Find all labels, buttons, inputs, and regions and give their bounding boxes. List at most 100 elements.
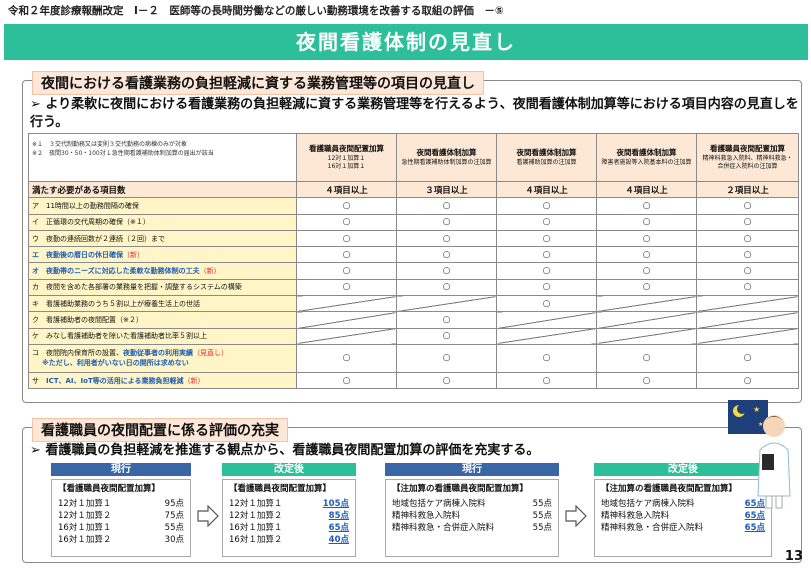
required-count: ４項目以上 [296, 180, 397, 199]
circle-mark: ○ [696, 213, 799, 231]
requirements-table: ※１ ３交代制勤務又は変則３交代勤務の病棟のみが対象 ※２ 夜間30・50・100… [28, 133, 799, 390]
circle-mark: ○ [296, 246, 397, 264]
item-text: ク 看護補助者の夜間配置（※２） [32, 316, 143, 325]
requirement-item: コ 夜間院内保育所の設置、夜勤従事者の利用実績（見直し） ※ただし、利用者がいない… [28, 343, 297, 373]
circle-mark: ○ [496, 295, 597, 313]
not-applicable-cell [596, 311, 697, 329]
fee-value: 30点 [164, 535, 184, 545]
not-applicable-cell [296, 327, 397, 345]
right-arrow-icon [197, 505, 219, 527]
fee-panel: 現行 【看護職員夜間配置加算】 12対１加算１ 95点 12対１加算２ 75点 16対１加算… [51, 463, 191, 557]
fee-value: 55点 [532, 511, 552, 521]
column-title: 夜間看護体制加算 [416, 148, 477, 157]
fee-row: 地域包括ケア病棟入院料 55点 [392, 498, 552, 510]
panel-head: 改定後 [222, 463, 356, 476]
required-count: ４項目以上 [596, 180, 697, 199]
circle-mark: ○ [396, 371, 497, 390]
circle-mark: ○ [596, 278, 697, 297]
panel-body: 【注加算の看護職員夜間配置加算】地域包括ケア病棟入院料 55点 精神科救急入院料 55… [385, 479, 559, 557]
section2-bullet: ➢ 看護職員の負担軽減を推進する観点から、看護職員夜間配置加算の評価を充実する。 [30, 442, 800, 460]
not-applicable-cell [296, 311, 397, 329]
not-applicable-cell [596, 295, 697, 313]
circle-mark: ○ [596, 343, 697, 373]
item-highlight: 夜勤従事者の利用実績 [123, 349, 193, 358]
circle-mark: ○ [296, 229, 397, 248]
circle-mark: ○ [396, 197, 497, 215]
section1-label: 夜間における看護業務の負担軽減に資する業務管理等の項目の見直し [32, 71, 484, 95]
column-header: 夜間看護体制加算 看護補助加算の注加算 [496, 133, 597, 182]
required-count: ２項目以上 [696, 180, 799, 199]
item-text: コ 夜間院内保育所の設置、 [32, 349, 123, 358]
column-subtitle: 看護補助加算の注加算 [516, 159, 577, 166]
fee-panel: 現行 【注加算の看護職員夜間配置加算】 地域包括ケア病棟入院料 55点 精神科救急入院料… [385, 463, 559, 557]
section2-bullet-text: 看護職員の負担軽減を推進する観点から、看護職員夜間配置加算の評価を充実する。 [45, 443, 540, 458]
section1-bullet: ➢ より柔軟に夜間における看護業務の負担軽減に資する業務管理等を行えるよう、夜間… [30, 96, 800, 132]
circle-mark: ○ [296, 213, 397, 231]
circle-mark: ○ [296, 262, 397, 280]
bullet-arrow-icon: ➢ [30, 97, 46, 112]
not-applicable-cell [696, 295, 799, 313]
section2-label: 看護職員の夜間配置に係る評価の充実 [32, 418, 288, 442]
section1-bullet-text: より柔軟に夜間における看護業務の負担軽減に資する業務管理等を行えるよう、夜間看護… [30, 97, 799, 130]
circle-mark: ○ [496, 246, 597, 264]
fee-label: 精神科救急入院料 [392, 511, 461, 521]
not-applicable-cell [696, 327, 799, 345]
fee-label: 16対１加算２ [229, 535, 283, 545]
fee-label: 12対１加算１ [229, 499, 283, 509]
circle-mark: ○ [696, 246, 799, 264]
required-count: ３項目以上 [396, 180, 497, 199]
column-subtitle: 精神科救急入院料、精神科救急・合併症入院料の注加算 [702, 155, 793, 170]
circle-mark: ○ [496, 278, 597, 297]
circle-mark: ○ [596, 229, 697, 248]
column-title: 看護職員夜間配置加算 [309, 144, 384, 153]
required-label: 満たす必要がある項目数 [28, 180, 297, 199]
circle-mark: ○ [396, 229, 497, 248]
page-number: 13 [784, 549, 803, 564]
table-notes: ※１ ３交代制勤務又は変則３交代勤務の病棟のみが対象 ※２ 夜間30・50・100… [28, 133, 297, 182]
requirement-item: カ 夜間を含めた各部署の業務量を把握・調整するシステムの構築 [28, 278, 297, 297]
fee-label: 精神科救急・合併症入院料 [392, 523, 495, 533]
fee-label: 精神科救急・合併症入院料 [601, 523, 704, 533]
circle-mark: ○ [396, 213, 497, 231]
fee-row: 精神科救急・合併症入院料 55点 [392, 522, 552, 534]
column-subtitle: 12対１加算１ 16対１加算１ [327, 155, 366, 170]
fee-label: 16対１加算１ [229, 523, 283, 533]
svg-text:★: ★ [758, 421, 763, 428]
not-applicable-cell [496, 311, 597, 329]
fee-row: 12対１加算２ 85点 [229, 510, 349, 522]
fee-row: 16対１加算１ 55点 [58, 522, 184, 534]
panel-head: 現行 [51, 463, 191, 476]
column-header: 夜間看護体制加算 障害者施設等入院基本料の注加算 [596, 133, 697, 182]
circle-mark: ○ [596, 213, 697, 231]
item-new-tag: （新） [183, 376, 205, 385]
column-subtitle: 障害者施設等入院基本料の注加算 [601, 159, 692, 166]
requirement-item: イ 正循環の交代周期の確保（※１） [28, 213, 297, 231]
fee-value: 55点 [532, 523, 552, 533]
fee-label: 12対１加算１ [58, 499, 112, 509]
circle-mark: ○ [696, 262, 799, 280]
bullet-arrow-icon: ➢ [30, 443, 46, 458]
page-title: 夜間看護体制の見直し [4, 24, 808, 60]
requirement-item: サ ICT、AI、IoT等の活用による業務負担軽減（新） [28, 371, 297, 390]
not-applicable-cell [396, 295, 497, 313]
column-subtitle: 急性期看護補助体制加算の注加算 [401, 159, 492, 166]
fee-value: 85点 [328, 511, 349, 521]
fee-value: 65点 [744, 523, 765, 533]
item-text: オ 夜勤帯のニーズに対応した柔軟な勤務体制の工夫 [32, 267, 200, 276]
requirement-item: オ 夜勤帯のニーズに対応した柔軟な勤務体制の工夫（新） [28, 262, 297, 280]
panel-title: 【注加算の看護職員夜間配置加算】 [392, 484, 529, 494]
item-text: イ 正循環の交代周期の確保（※１） [32, 218, 150, 227]
item-note: ※ただし、利用者がいない日の開所は求めない [42, 359, 189, 368]
circle-mark: ○ [696, 343, 799, 373]
circle-mark: ○ [696, 229, 799, 248]
fee-row: 16対１加算２ 30点 [58, 534, 184, 546]
fee-value: 55点 [532, 499, 552, 509]
fee-row: 12対１加算２ 75点 [58, 510, 184, 522]
header-line: 令和２年度診療報酬改定 Ⅰ－２ 医師等の長時間労働などの厳しい勤務環境を改善する… [8, 5, 504, 17]
circle-mark: ○ [596, 371, 697, 390]
circle-mark: ○ [496, 343, 597, 373]
requirement-item: キ 看護補助業務のうち５割以上が療養生活上の世話 [28, 295, 297, 313]
not-applicable-cell [596, 327, 697, 345]
circle-mark: ○ [596, 262, 697, 280]
fee-value: 55点 [164, 523, 184, 533]
